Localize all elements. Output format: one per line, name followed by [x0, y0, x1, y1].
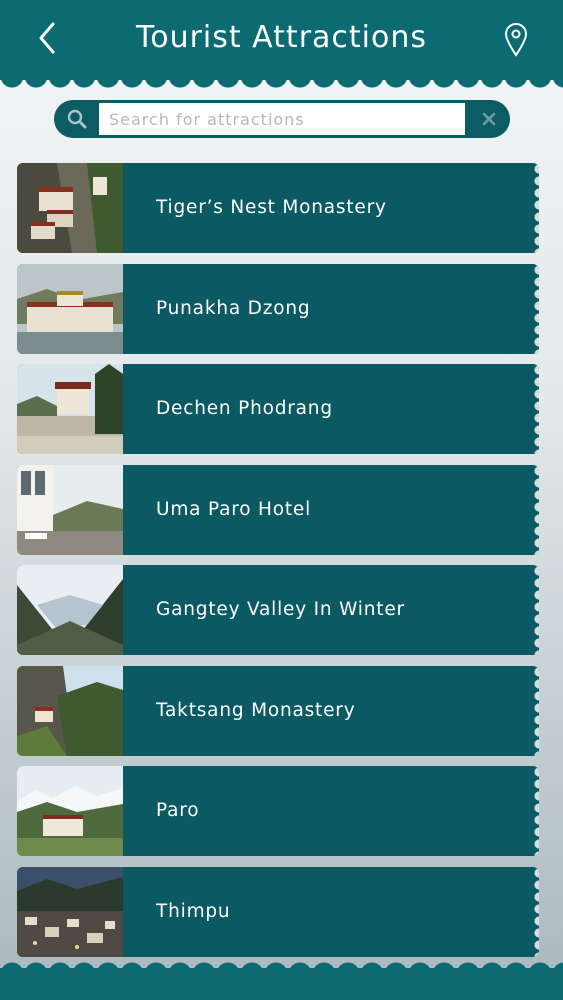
search-bar	[54, 100, 510, 138]
item-label: Punakha Dzong	[156, 297, 311, 319]
thumbnail-image	[17, 163, 123, 253]
page-title: Tourist Attractions	[135, 20, 428, 55]
clear-search-button[interactable]	[478, 108, 500, 130]
attraction-list: Tiger’s Nest Monastery Punakha Dzong Dec…	[17, 163, 539, 967]
location-button[interactable]	[498, 18, 534, 60]
list-item-tigers-nest[interactable]: Tiger’s Nest Monastery	[17, 163, 539, 253]
close-icon	[482, 112, 496, 126]
list-item-uma-paro-hotel[interactable]: Uma Paro Hotel	[17, 464, 539, 555]
item-label: Dechen Phodrang	[156, 398, 333, 419]
thumbnail-image	[17, 263, 123, 354]
thumbnail-image	[17, 766, 123, 856]
thumbnail-image	[17, 464, 123, 555]
header-scallop-edge	[0, 76, 563, 88]
bottom-bar	[0, 968, 563, 1000]
search-input[interactable]	[99, 103, 465, 135]
item-label: Taktsang Monastery	[156, 699, 356, 721]
list-item-thimpu[interactable]: Thimpu	[17, 866, 539, 957]
search-icon	[67, 109, 87, 129]
map-pin-icon	[504, 23, 528, 57]
item-label: Uma Paro Hotel	[156, 498, 312, 520]
item-label: Paro	[156, 800, 200, 821]
list-item-paro[interactable]: Paro	[17, 766, 539, 856]
list-item-taktsang-monastery[interactable]: Taktsang Monastery	[17, 665, 539, 756]
top-bar: Tourist Attractions	[0, 0, 563, 80]
thumbnail-image	[17, 866, 123, 957]
item-label: Gangtey Valley In Winter	[156, 599, 405, 620]
list-item-punakha-dzong[interactable]: Punakha Dzong	[17, 263, 539, 354]
list-item-gangtey-valley[interactable]: Gangtey Valley In Winter	[17, 565, 539, 655]
thumbnail-image	[17, 364, 123, 454]
list-item-dechen-phodrang[interactable]: Dechen Phodrang	[17, 364, 539, 454]
item-label: Thimpu	[156, 900, 231, 922]
item-label: Tiger’s Nest Monastery	[156, 197, 387, 218]
thumbnail-image	[17, 665, 123, 756]
thumbnail-image	[17, 565, 123, 655]
